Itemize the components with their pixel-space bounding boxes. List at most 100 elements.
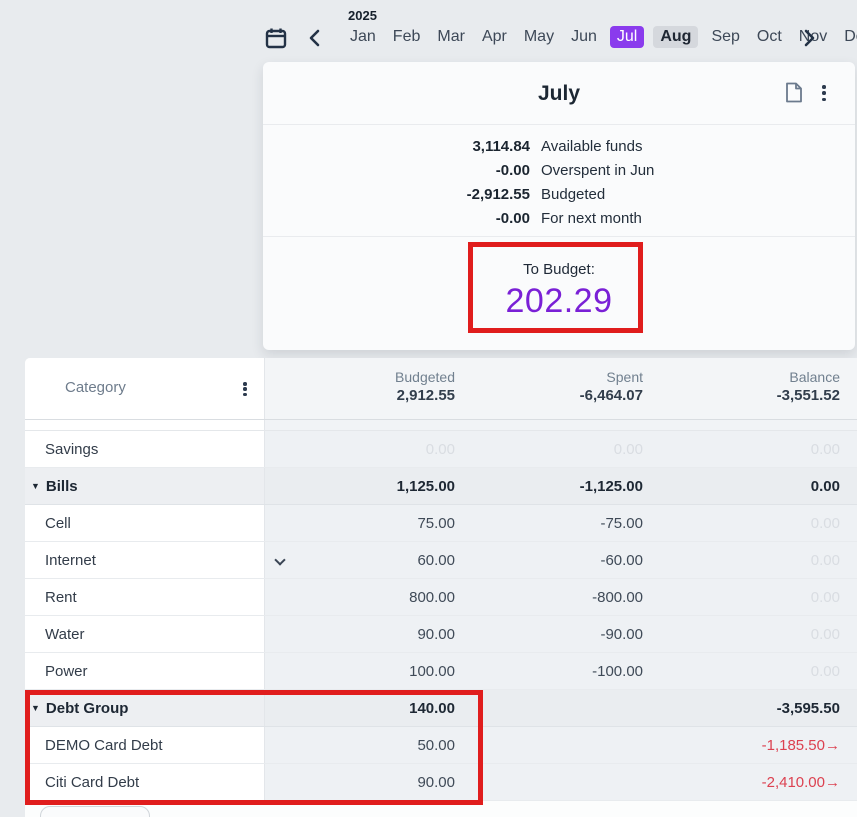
month-selector-bar: 2025 JanFebMarAprMayJunJulAugSepOctNovDe… [263,0,857,56]
budget-table: Category Budgeted 2,912.55 Spent -6,464.… [25,358,857,817]
budgeted-cell[interactable]: 100.00 [265,663,455,680]
summary-value: -2,912.55 [263,183,530,207]
table-header: Category Budgeted 2,912.55 Spent -6,464.… [25,358,857,420]
table-row: ▼ Rent 800.00 -800.00 0.00 [25,579,857,616]
funds-summary: 3,114.84Available funds-0.00Overspent in… [263,125,855,237]
table-row: ▼ Water 90.00 -90.00 0.00 [25,616,857,653]
to-budget-value[interactable]: 202.29 [263,282,855,321]
month-aug[interactable]: Aug [653,26,698,48]
chevron-right-icon[interactable] [801,29,817,47]
summary-row: -0.00For next month [263,207,855,231]
to-budget-label: To Budget: [263,261,855,278]
budgeted-column-header: Budgeted 2,912.55 [265,369,455,419]
budgeted-cell[interactable]: 1,125.00 [265,478,455,495]
card-header: July [263,62,855,125]
category-cell[interactable]: ▼ Internet [25,542,265,578]
category-column-header: Category [25,358,265,419]
spent-cell[interactable]: -100.00 [455,663,643,680]
budgeted-cell[interactable]: 90.00 [265,626,455,643]
spent-cell[interactable]: -75.00 [455,515,643,532]
month-jun[interactable]: Jun [567,26,601,48]
month-feb[interactable]: Feb [389,26,425,48]
balance-cell[interactable]: -3,595.50 [643,700,840,717]
spent-cell[interactable]: 0.00 [455,441,643,458]
summary-row: -0.00Overspent in Jun [263,159,855,183]
month-title: July [263,62,855,125]
category-kebab-menu-icon[interactable] [241,381,249,397]
month-sep[interactable]: Sep [707,26,743,48]
add-group-button-partial[interactable] [40,806,150,817]
summary-value: 3,114.84 [263,135,530,159]
budgeted-cell[interactable]: 90.00 [265,774,455,791]
summary-label: Overspent in Jun [541,159,654,183]
budgeted-cell[interactable]: 60.00 [265,552,455,569]
balance-total: -3,551.52 [643,387,840,404]
category-cell[interactable]: ▼ Power [25,653,265,689]
budgeted-cell[interactable]: 0.00 [265,441,455,458]
category-cell[interactable]: ▼ Savings [25,431,265,467]
collapse-triangle-icon[interactable]: ▼ [31,481,40,491]
month-jan[interactable]: Jan [346,26,380,48]
category-cell[interactable]: ▼ Citi Card Debt [25,764,265,800]
category-cell[interactable]: ▼ Rent [25,579,265,615]
month-jul[interactable]: Jul [610,26,644,48]
month-mar[interactable]: Mar [433,26,469,48]
category-name: Water [45,626,84,643]
category-name: DEMO Card Debt [45,737,163,754]
month-oct[interactable]: Oct [753,26,786,48]
table-row: ▼ Citi Card Debt 90.00 -2,410.00→ [25,764,857,801]
table-row: ▼ Internet 60.00 -60.00 0.00 [25,542,857,579]
category-name: Cell [45,515,71,532]
table-row: ▼ Power 100.00 -100.00 0.00 [25,653,857,690]
month-may[interactable]: May [520,26,558,48]
month-dec[interactable]: Dec [840,26,857,48]
month-apr[interactable]: Apr [478,26,511,48]
category-cell[interactable]: ▼ DEMO Card Debt [25,727,265,763]
category-name: Bills [46,478,78,495]
category-cell[interactable]: ▼ Bills [25,468,265,504]
category-name: Internet [45,552,96,569]
category-name: Debt Group [46,700,129,717]
budgeted-cell[interactable]: 75.00 [265,515,455,532]
balance-column-header: Balance -3,551.52 [643,369,840,419]
spent-cell[interactable]: -90.00 [455,626,643,643]
balance-cell[interactable]: 0.00 [643,478,840,495]
balance-cell[interactable]: 0.00 [643,515,840,532]
category-cell[interactable]: ▼ Water [25,616,265,652]
spent-cell[interactable]: -1,125.00 [455,478,643,495]
balance-cell[interactable]: 0.00 [643,663,840,680]
balance-cell[interactable]: 0.00 [643,589,840,606]
chevron-left-icon[interactable] [307,29,323,47]
category-header-label: Category [65,379,126,396]
notes-document-icon[interactable] [785,82,803,103]
category-cell[interactable]: ▼ Debt Group [25,690,265,726]
category-name: Power [45,663,88,680]
year-label: 2025 [348,8,377,23]
table-row: ▼ Debt Group 140.00 -3,595.50 [25,690,857,727]
balance-cell[interactable]: 0.00 [643,626,840,643]
budgeted-cell[interactable]: 800.00 [265,589,455,606]
summary-value: -0.00 [263,207,530,231]
balance-cell[interactable]: -2,410.00→ [643,774,840,791]
balance-cell[interactable]: -1,185.50→ [643,737,840,754]
category-cell[interactable]: ▼ Cell [25,505,265,541]
partial-row [25,420,857,431]
month-summary-card: July 3,114.84Available funds-0.00Overspe… [263,62,855,350]
spent-cell[interactable]: -60.00 [455,552,643,569]
kebab-menu-icon[interactable] [819,84,829,102]
budgeted-cell[interactable]: 140.00 [265,700,455,717]
balance-cell[interactable]: 0.00 [643,441,840,458]
balance-cell[interactable]: 0.00 [643,552,840,569]
budget-app: 2025 JanFebMarAprMayJunJulAugSepOctNovDe… [0,0,857,817]
summary-label: Budgeted [541,183,605,207]
budgeted-cell[interactable]: 50.00 [265,737,455,754]
collapse-triangle-icon[interactable]: ▼ [31,703,40,713]
calendar-icon[interactable] [265,27,287,49]
budgeted-total: 2,912.55 [265,387,455,404]
summary-row: -2,912.55 Budgeted [263,183,855,207]
table-row: ▼ DEMO Card Debt 50.00 -1,185.50→ [25,727,857,764]
spent-total: -6,464.07 [455,387,643,404]
totals-header: Budgeted 2,912.55 Spent -6,464.07 Balanc… [265,358,857,419]
spent-cell[interactable]: -800.00 [455,589,643,606]
summary-row: 3,114.84Available funds [263,135,855,159]
